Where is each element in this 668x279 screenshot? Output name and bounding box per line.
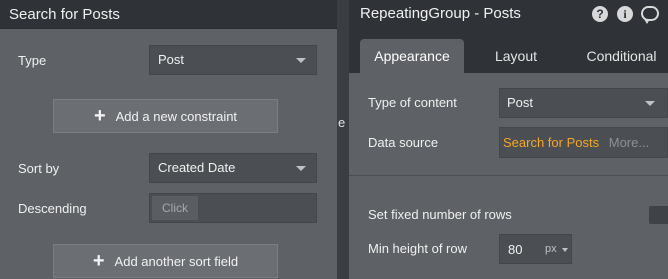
data-source-more[interactable]: More... xyxy=(609,135,649,150)
type-of-content-label: Type of content xyxy=(368,95,457,110)
min-height-label: Min height of row xyxy=(368,241,467,256)
type-of-content-value: Post xyxy=(507,95,534,110)
add-constraint-label: Add a new constraint xyxy=(115,108,238,124)
property-editor-panel: RepeatingGroup - Posts ? i Appearance La… xyxy=(349,0,668,279)
data-source-expression[interactable]: Search for Posts xyxy=(503,135,599,150)
plus-icon: + xyxy=(93,105,106,127)
section-divider xyxy=(349,175,668,176)
tab-bar: Appearance Layout Conditional xyxy=(349,29,668,73)
info-icon[interactable]: i xyxy=(617,6,633,22)
unit-selector[interactable]: px xyxy=(545,243,557,255)
descending-field[interactable]: Click xyxy=(149,193,317,223)
descending-label: Descending xyxy=(18,201,87,216)
add-sort-field-button[interactable]: + Add another sort field xyxy=(53,244,278,278)
min-height-value: 80 xyxy=(508,242,523,257)
fixed-rows-label: Set fixed number of rows xyxy=(368,207,512,222)
chevron-down-icon xyxy=(296,166,306,171)
data-source-field[interactable]: Search for Posts More... xyxy=(499,127,668,158)
add-constraint-button[interactable]: + Add a new constraint xyxy=(53,99,278,133)
data-source-label: Data source xyxy=(368,135,439,150)
add-sort-field-label: Add another sort field xyxy=(114,253,239,269)
chevron-down-icon xyxy=(296,58,306,63)
element-title: RepeatingGroup - Posts xyxy=(360,5,521,22)
type-dropdown[interactable]: Post xyxy=(149,45,317,75)
type-value: Post xyxy=(158,52,185,67)
sort-by-dropdown[interactable]: Created Date xyxy=(149,153,317,183)
type-of-content-dropdown[interactable]: Post xyxy=(499,88,668,118)
fixed-rows-checkbox[interactable] xyxy=(649,206,668,224)
chevron-down-icon xyxy=(645,101,655,106)
tab-appearance[interactable]: Appearance xyxy=(360,39,464,73)
property-editor-header: RepeatingGroup - Posts ? i xyxy=(349,0,668,29)
type-label: Type xyxy=(18,53,47,68)
canvas-sliver xyxy=(337,0,349,279)
descending-click-button[interactable]: Click xyxy=(152,196,198,220)
canvas-text-fragment: e xyxy=(338,115,346,130)
chevron-down-icon xyxy=(562,248,568,252)
min-height-input[interactable]: 80 px xyxy=(499,234,572,264)
comment-icon[interactable] xyxy=(641,6,659,24)
tab-layout[interactable]: Layout xyxy=(475,39,557,73)
appearance-tab-content: Type of content Post Data source Search … xyxy=(349,73,668,279)
help-icon[interactable]: ? xyxy=(592,6,608,22)
search-panel-title: Search for Posts xyxy=(0,0,337,29)
search-editor-panel: Search for Posts Type Post + Add a new c… xyxy=(0,0,337,279)
sort-by-label: Sort by xyxy=(18,161,60,176)
plus-icon: + xyxy=(92,250,105,272)
tab-conditional[interactable]: Conditional xyxy=(575,39,668,73)
sort-by-value: Created Date xyxy=(158,160,236,175)
